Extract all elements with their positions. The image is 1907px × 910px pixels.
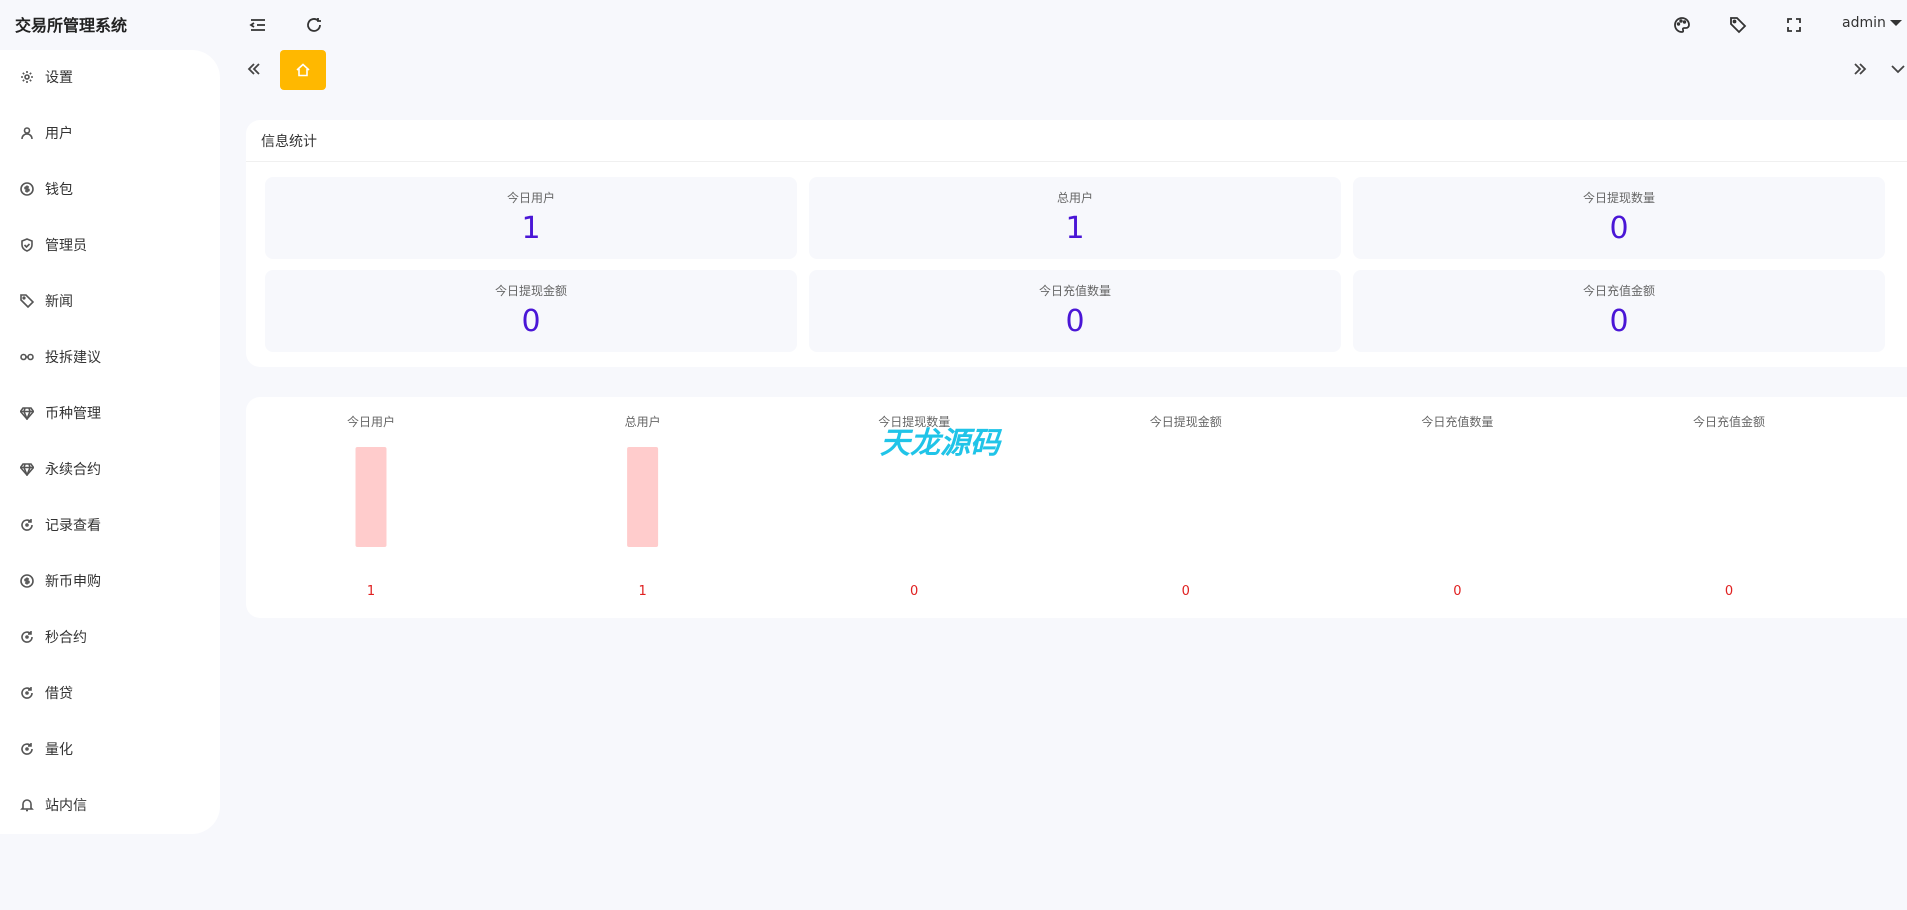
gear-icon	[20, 70, 34, 84]
chart-value-label: 1	[367, 584, 375, 599]
sidebar-item-users[interactable]: 用户	[0, 110, 220, 156]
sidebar-item-records[interactable]: 记录查看	[0, 502, 220, 548]
rotate-icon	[20, 630, 34, 644]
chart-bar	[627, 447, 659, 547]
sidebar-item-news[interactable]: 新闻	[0, 278, 220, 324]
refresh-icon[interactable]	[303, 14, 325, 36]
stat-label: 今日充值金额	[1582, 284, 1655, 298]
stat-value: 0	[1065, 304, 1085, 339]
sidebar-item-quant[interactable]: 量化	[0, 726, 220, 772]
diamond-icon	[20, 406, 34, 420]
tag-icon[interactable]	[1727, 14, 1749, 36]
stat-label: 今日用户	[506, 191, 555, 205]
sidebar-item-suggestions[interactable]: 投拆建议	[0, 334, 220, 380]
stat-today-withdraw-count: 今日提现数量 0	[1353, 177, 1885, 259]
stat-value: 0	[521, 304, 541, 339]
stat-value: 0	[1609, 304, 1629, 339]
dollar-icon	[20, 574, 34, 588]
sidebar-item-ipo[interactable]: 新币申购	[0, 558, 220, 604]
bell-icon	[20, 798, 34, 812]
stat-today-users: 今日用户 1	[265, 177, 797, 259]
sidebar-item-label: 永续合约	[45, 462, 101, 478]
rotate-icon	[20, 518, 34, 532]
chart-bar	[355, 447, 387, 547]
sidebar-item-label: 币种管理	[45, 406, 101, 422]
sidebar-item-label: 管理员	[45, 238, 87, 254]
stat-label: 总用户	[1056, 191, 1093, 205]
tabs-scroll-left-icon[interactable]	[243, 58, 265, 80]
palette-icon[interactable]	[1671, 14, 1693, 36]
sidebar-item-currency[interactable]: 币种管理	[0, 390, 220, 436]
watermark: 天龙源码	[880, 426, 1000, 461]
stats-card-title: 信息统计	[246, 120, 1907, 162]
user-name: admin	[1842, 15, 1886, 31]
caret-down-icon	[1889, 20, 1902, 26]
chart-category-label: 今日用户	[347, 414, 395, 429]
sidebar-item-label: 量化	[45, 742, 73, 758]
stats-card: 信息统计 今日用户 1 总用户 1 今日提现数量 0 今日提现金额 0 今日充值…	[246, 120, 1907, 367]
sidebar-item-settings[interactable]: 设置	[0, 54, 220, 100]
chart-value-label: 0	[1182, 584, 1190, 599]
menu-fold-icon[interactable]	[247, 14, 269, 36]
sidebar: 设置 用户 钱包 管理员 新闻 投拆建议 币种管理 永续合约 记录查看 新币申购…	[0, 50, 220, 834]
stat-today-deposit-count: 今日充值数量 0	[809, 270, 1341, 352]
sidebar-item-label: 设置	[45, 70, 73, 86]
user-icon	[20, 126, 34, 140]
stat-value: 1	[521, 211, 541, 246]
chart-category-label: 今日充值数量	[1421, 414, 1493, 429]
chart-value-label: 0	[910, 584, 918, 599]
stat-today-withdraw-amount: 今日提现金额 0	[265, 270, 797, 352]
sidebar-item-label: 新闻	[45, 294, 73, 310]
stat-total-users: 总用户 1	[809, 177, 1341, 259]
tabs-dropdown-icon[interactable]	[1887, 58, 1907, 80]
sidebar-item-label: 站内信	[45, 798, 87, 814]
sidebar-item-wallet[interactable]: 钱包	[0, 166, 220, 212]
stat-label: 今日提现金额	[494, 284, 567, 298]
stat-value: 0	[1609, 211, 1629, 246]
sidebar-item-admin[interactable]: 管理员	[0, 222, 220, 268]
chart-category-label: 总用户	[625, 414, 661, 429]
sidebar-item-label: 钱包	[45, 182, 73, 198]
chart-value-label: 1	[638, 584, 646, 599]
sidebar-item-second-contract[interactable]: 秒合约	[0, 614, 220, 660]
sidebar-item-label: 秒合约	[45, 630, 87, 646]
stat-value: 1	[1065, 211, 1085, 246]
app-title: 交易所管理系统	[15, 16, 128, 35]
rotate-icon	[20, 686, 34, 700]
chart-value-label: 0	[1725, 584, 1733, 599]
dollar-icon	[20, 182, 34, 196]
bar-chart: 今日用户1总用户1今日提现数量0今日提现金额0今日充值数量0今日充值金额0	[347, 414, 1765, 599]
chart-category-label: 今日提现金额	[1150, 414, 1222, 429]
tag-icon	[20, 294, 34, 308]
sidebar-item-label: 用户	[45, 126, 73, 142]
sidebar-item-label: 投拆建议	[45, 350, 101, 366]
stat-label: 今日充值数量	[1038, 284, 1111, 298]
sidebar-item-loan[interactable]: 借贷	[0, 670, 220, 716]
link-icon	[20, 350, 34, 364]
sidebar-item-label: 借贷	[45, 686, 73, 702]
sidebar-item-label: 新币申购	[45, 574, 101, 590]
user-menu[interactable]: admin	[1842, 15, 1902, 31]
chart-category-label: 今日充值金额	[1693, 414, 1765, 429]
sidebar-item-perpetual[interactable]: 永续合约	[0, 446, 220, 492]
stat-label: 今日提现数量	[1582, 191, 1655, 205]
home-icon	[296, 63, 310, 77]
tab-home[interactable]	[280, 50, 326, 90]
tabs-scroll-right-icon[interactable]	[1849, 58, 1871, 80]
fullscreen-icon[interactable]	[1783, 14, 1805, 36]
rotate-icon	[20, 742, 34, 756]
chart-card: 今日用户 1 总用户 1 今日提现数量 0 今日提现金额 0 今日充值数量 0 今日充值金额 0	[246, 397, 1907, 618]
stat-today-deposit-amount: 今日充值金额 0	[1353, 270, 1885, 352]
sidebar-item-messages[interactable]: 站内信	[0, 782, 220, 828]
sidebar-item-label: 记录查看	[45, 518, 101, 534]
diamond-icon	[20, 462, 34, 476]
shield-icon	[20, 238, 34, 252]
chart-value-label: 0	[1453, 584, 1461, 599]
